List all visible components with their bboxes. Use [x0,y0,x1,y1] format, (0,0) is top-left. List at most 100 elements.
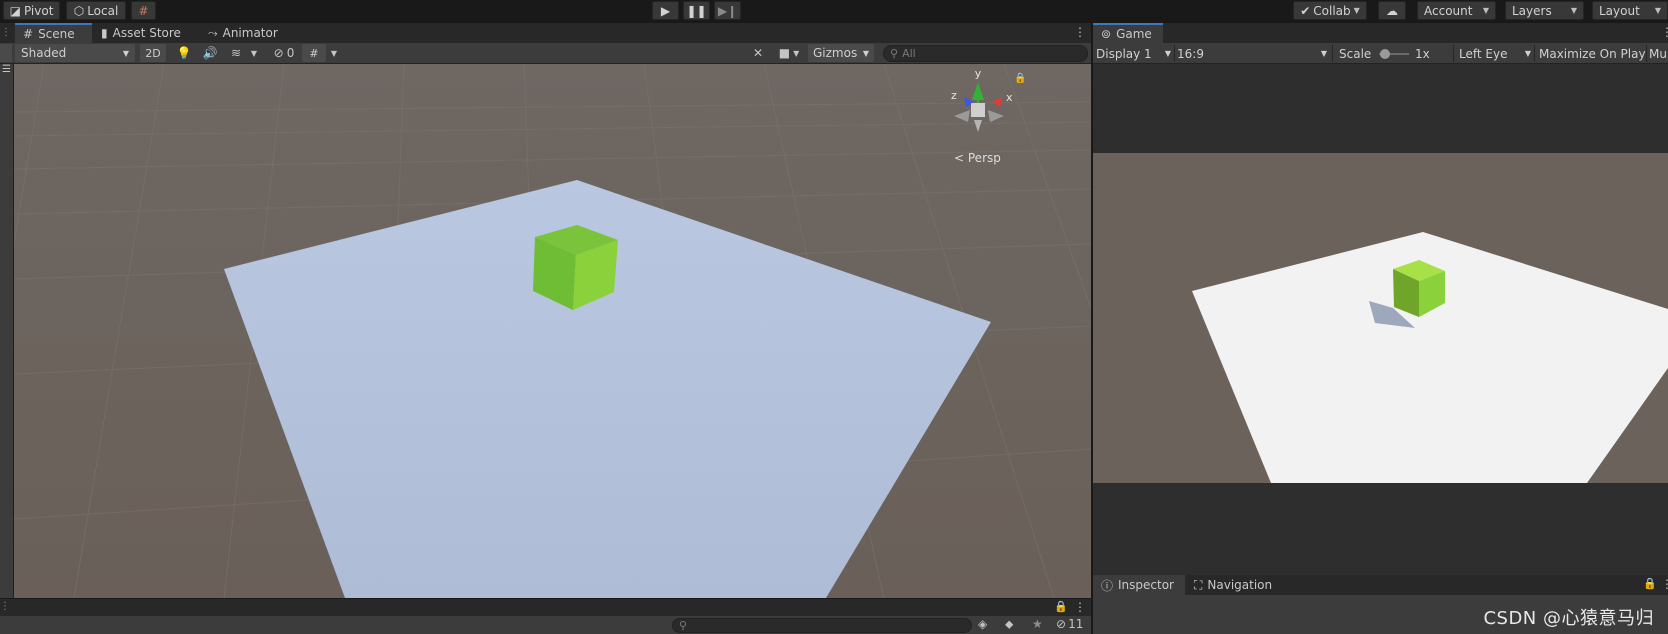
chevron-down-icon: ▼ [122,48,129,58]
gamepad-icon: ⊚ [1101,27,1112,41]
pivot-icon: ◪ [9,3,21,18]
grid-snap-icon: # [138,3,149,18]
side-toggle[interactable] [0,44,12,62]
pause-button[interactable]: ❚❚ [683,1,710,20]
main-toolbar: ◪ Pivot ⬡ Local # ▶ ❚❚ ▶❙ ✔ Collab ▼ ☁ A… [0,0,1668,22]
lock-icon[interactable]: 🔒 [1014,72,1026,84]
grid-icon: # [23,27,34,41]
grid-snap-button[interactable]: # [131,1,156,20]
grid-toggle[interactable]: # [302,44,326,62]
chevron-down-icon: ▼ [1353,6,1360,15]
pause-icon: ❚❚ [686,3,707,18]
panel-menu-icon[interactable]: ⋮ [1074,25,1086,39]
projection-toggle[interactable]: < Persp [954,151,1001,165]
console-tab-bar: ⋮ 🔒 ⋮ [0,598,1091,616]
display-dropdown[interactable]: Display 1 ▼ [1096,43,1171,64]
pivot-toggle[interactable]: ◪ Pivot [3,1,60,20]
game-toolbar: Display 1 ▼ 16:9 ▼ Scale 1x Left Eye ▼ M… [1093,43,1668,64]
step-button[interactable]: ▶❙ [714,1,741,20]
panel-menu-icon[interactable]: ⋮ [1074,600,1086,614]
separator [1646,45,1647,62]
step-icon: ▶❙ [717,3,738,18]
tab-scene[interactable]: # Scene [15,23,92,43]
scene-side-strip: ☰ [0,64,14,598]
scene-tab-bar: ⋮ # Scene ▮ Asset Store ⤳ Animator ⋮ [0,23,1091,43]
star-icon[interactable]: ★ [1032,617,1043,631]
drag-handle-icon[interactable]: ⋮ [0,601,10,612]
navigation-icon: ⛶ [1194,577,1203,592]
game-viewport[interactable] [1093,64,1668,575]
eye-slash-icon: ⊘ [1056,617,1067,631]
search-icon: ⚲ [679,619,688,632]
check-icon: ✔ [1300,3,1311,18]
separator [1332,45,1333,62]
cloud-icon: ☁ [1386,3,1398,18]
tab-inspector[interactable]: ⓘ Inspector [1093,575,1185,595]
camera-icon: ■ [778,46,791,60]
chevron-down-icon: ▼ [1164,49,1171,58]
drag-handle-icon[interactable]: ⋮ [1,27,11,38]
chevron-down-icon[interactable]: ▼ [248,45,260,61]
audio-icon[interactable]: 🔊 [200,45,220,61]
account-dropdown[interactable]: Account ▼ [1417,1,1496,20]
scale-label: Scale [1339,46,1372,61]
gizmo-y-label: y [975,67,982,80]
chevron-down-icon: ▼ [1654,6,1661,15]
tab-game[interactable]: ⊚ Game [1093,23,1163,43]
chevron-down-icon: ▼ [1320,49,1327,58]
aspect-dropdown[interactable]: 16:9 ▼ [1177,43,1327,64]
play-icon: ▶ [660,3,671,18]
scene-search-input[interactable]: ⚲ All [883,45,1088,62]
scale-value: 1x [1415,46,1430,61]
gizmos-dropdown[interactable]: Gizmos ▼ [808,44,874,62]
shading-mode-dropdown[interactable]: Shaded ▼ [15,44,135,62]
lock-icon[interactable]: 🔒 [1643,577,1657,590]
tools-icon[interactable]: ✕ [748,45,768,61]
hidden-objects-toggle[interactable]: ⊘ 0 [268,45,300,61]
separator [1453,45,1454,62]
scene-viewport[interactable]: y x z 🔒 < Persp [14,64,1091,598]
panel-menu-icon[interactable]: ⋮ [1661,25,1668,39]
chevron-down-icon: ▼ [862,48,869,58]
mute-audio-toggle[interactable]: Mu [1649,43,1667,64]
play-button[interactable]: ▶ [652,1,679,20]
grid-icon: # [309,46,319,60]
hidden-count-toggle[interactable]: ⊘ 11 [1056,617,1083,631]
animator-icon: ⤳ [208,25,218,40]
camera-dropdown[interactable]: ■ ▼ [774,45,804,61]
gizmo-x-label: x [1006,91,1013,104]
chevron-down-icon: ▼ [793,48,800,58]
separator [1174,45,1175,62]
lock-icon[interactable]: 🔒 [1054,600,1068,613]
eye-slash-icon: ⊘ [273,46,284,60]
lighting-icon[interactable]: 💡 [174,45,194,61]
tab-navigation[interactable]: ⛶ Navigation [1186,575,1280,595]
local-toggle[interactable]: ⬡ Local [66,1,126,20]
collab-dropdown[interactable]: ✔ Collab ▼ [1293,1,1367,20]
filter-icon[interactable]: ◈ [978,617,987,631]
eye-dropdown[interactable]: Left Eye ▼ [1459,43,1531,64]
tag-icon[interactable]: ⬥ [1005,617,1013,632]
gizmo-z-label: z [951,89,957,102]
maximize-on-play-toggle[interactable]: Maximize On Play [1539,43,1646,64]
effects-icon[interactable]: ≋ [226,45,246,61]
layout-dropdown[interactable]: Layout ▼ [1592,1,1668,20]
scene-toolbar: Shaded ▼ 2D 💡 🔊 ≋ ▼ ⊘ 0 # ▼ ✕ ■ ▼ Gizmos… [0,43,1091,64]
layers-dropdown[interactable]: Layers ▼ [1505,1,1584,20]
cloud-button[interactable]: ☁ [1378,1,1406,20]
game-tab-bar: ⊚ Game ⋮ [1093,23,1668,43]
bag-icon: ▮ [101,26,108,40]
watermark-text: CSDN @心猿意马归 [1483,608,1654,629]
2d-toggle[interactable]: 2D [140,44,166,62]
search-icon: ⚲ [890,47,899,60]
hamburger-icon[interactable]: ☰ [2,64,11,75]
inspector-tab-bar: ⓘ Inspector ⛶ Navigation 🔒 ⋮ [1093,575,1668,595]
console-search-input[interactable]: ⚲ [672,618,972,633]
tab-animator[interactable]: ⤳ Animator [200,23,286,43]
chevron-down-icon[interactable]: ▼ [328,45,340,61]
chevron-down-icon: ▼ [1524,49,1531,58]
scale-slider-handle[interactable] [1380,49,1390,59]
chevron-down-icon: ▼ [1570,6,1577,15]
tab-asset-store[interactable]: ▮ Asset Store [93,23,189,43]
panel-menu-icon[interactable]: ⋮ [1661,577,1668,591]
